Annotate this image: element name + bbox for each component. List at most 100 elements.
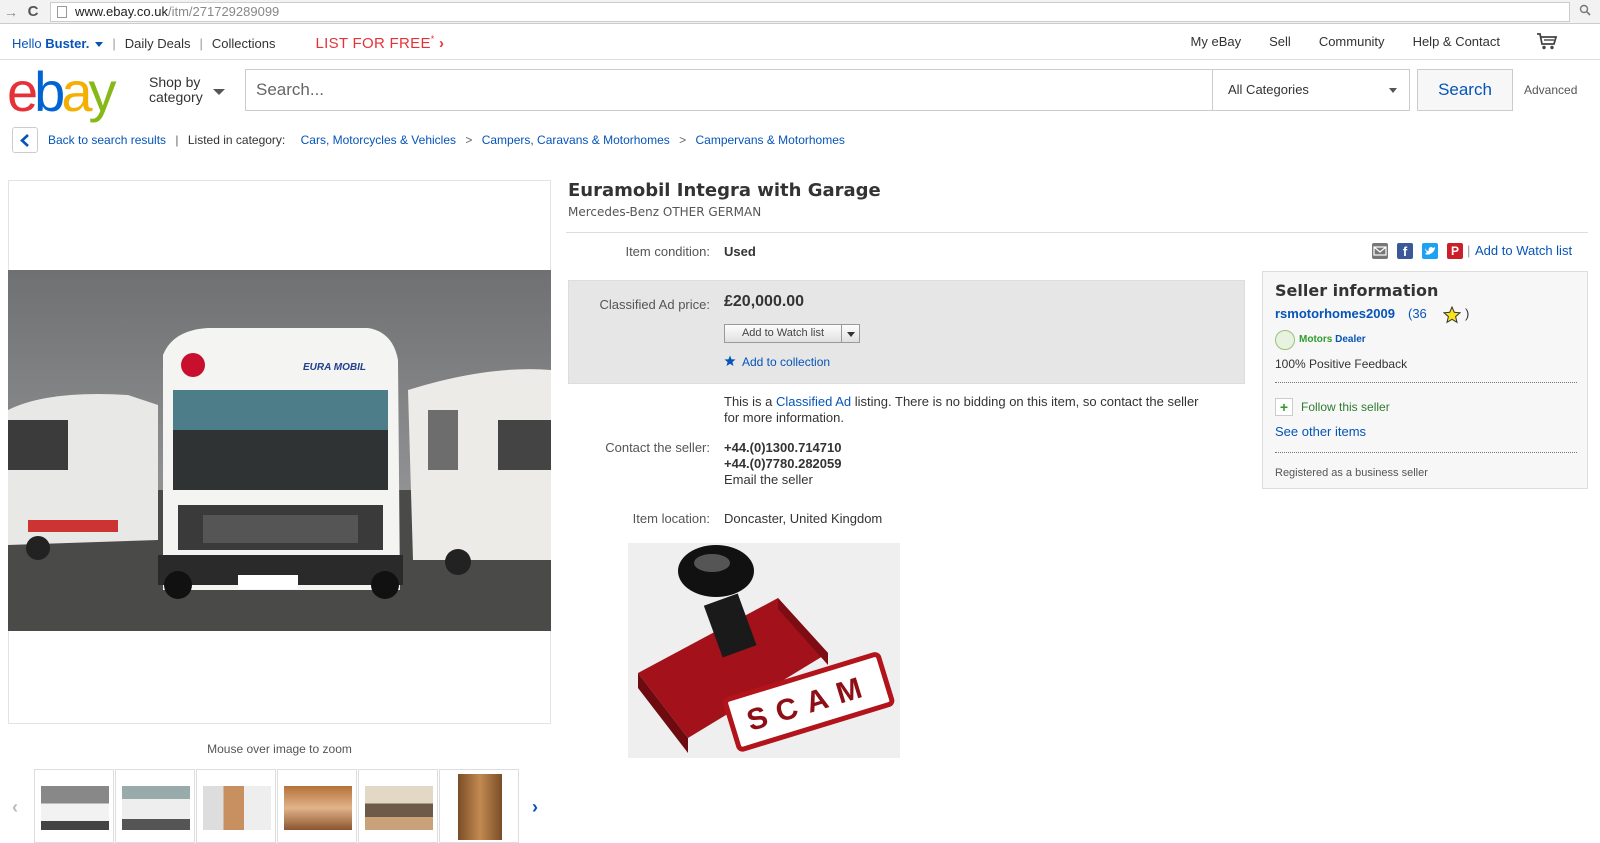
follow-seller-link[interactable]: Follow this seller — [1301, 400, 1390, 414]
help-contact-link[interactable]: Help & Contact — [1413, 34, 1500, 49]
registered-business-seller: Registered as a business seller — [1275, 467, 1428, 479]
zoom-hint: Mouse over image to zoom — [207, 742, 352, 756]
shop-by-category[interactable]: Shop by category — [149, 75, 203, 105]
contact-label: Contact the seller: — [605, 440, 710, 455]
chevron-down-icon[interactable] — [841, 325, 859, 342]
motors-dealer-icon — [1275, 330, 1295, 350]
divider: | — [199, 35, 203, 51]
back-button[interactable] — [12, 127, 38, 153]
browser-address-bar: → C www.ebay.co.uk/itm/271729289099 — [0, 0, 1600, 24]
classified-ad-link[interactable]: Classified Ad — [776, 394, 851, 409]
collections-link[interactable]: Collections — [212, 36, 276, 51]
item-subtitle: Mercedes-Benz OTHER GERMAN — [568, 205, 762, 219]
add-to-collection[interactable]: Add to collection — [724, 355, 830, 369]
list-for-free-asterisk: * — [430, 34, 435, 44]
shop-by-label: Shop by — [149, 74, 201, 90]
plus-icon[interactable]: + — [1275, 398, 1293, 416]
seller-info-box: Seller information rsmotorhomes2009 (36 … — [1262, 271, 1588, 489]
price-value: £20,000.00 — [724, 293, 805, 310]
global-header: Hello Buster. | Daily Deals | Collection… — [0, 28, 1600, 60]
logo-letter-y: y — [88, 60, 116, 123]
advanced-search-link[interactable]: Advanced — [1524, 83, 1577, 97]
chevron-right-icon: › — [439, 35, 445, 52]
dealer-label: Dealer — [1335, 334, 1366, 345]
thumbnail[interactable] — [34, 769, 114, 843]
search-button[interactable]: Search — [1417, 69, 1513, 111]
add-to-watch-list-link[interactable]: Add to Watch list — [1475, 243, 1572, 258]
main-photo[interactable]: EURA MOBIL — [8, 270, 551, 631]
page-icon — [57, 5, 67, 18]
email-seller-link[interactable]: Email the seller — [724, 472, 813, 487]
breadcrumb-separator: > — [465, 133, 473, 147]
twitter-icon[interactable] — [1422, 243, 1438, 259]
facebook-icon[interactable]: f — [1397, 243, 1413, 259]
seller-name-link[interactable]: rsmotorhomes2009 — [1275, 306, 1395, 321]
chevron-left-icon — [20, 134, 29, 147]
listed-in-label: Listed in category: — [187, 133, 286, 147]
see-other-items-link[interactable]: See other items — [1275, 424, 1366, 439]
url-path: /itm/271729289099 — [167, 4, 280, 19]
sell-link[interactable]: Sell — [1269, 34, 1291, 49]
phone-number: +44.(0)7780.282059 — [724, 456, 842, 471]
list-for-free-link[interactable]: LIST FOR FREE* › — [315, 34, 444, 52]
add-to-watch-list-button[interactable]: Add to Watch list — [724, 324, 860, 343]
price-panel — [568, 280, 1245, 384]
feedback-score[interactable]: (36 — [1408, 306, 1427, 321]
motors-dealer-badge: Motors Dealer — [1299, 334, 1366, 345]
zoom-icon[interactable] — [1570, 4, 1600, 19]
thumbnail[interactable] — [358, 769, 438, 843]
chevron-left-icon[interactable]: ‹ — [12, 797, 18, 818]
scam-stamp-image: SCAM — [628, 543, 900, 758]
phone-number: +44.(0)1300.714710 — [724, 440, 842, 455]
chevron-down-icon[interactable] — [213, 89, 225, 95]
feedback-star-icon — [1443, 306, 1461, 324]
url-host: www.ebay.co.uk — [75, 4, 168, 19]
breadcrumb-item-campervans[interactable]: Campervans & Motorhomes — [695, 133, 844, 147]
ebay-logo[interactable]: ebay — [7, 64, 116, 120]
feedback-close: ) — [1465, 306, 1470, 321]
thumbnail[interactable] — [439, 769, 519, 843]
star-icon — [724, 355, 736, 366]
classified-text-start: This is a — [724, 394, 777, 409]
greeting-prefix: Hello — [12, 35, 42, 51]
logo-letter-a: a — [61, 60, 92, 123]
breadcrumb-item-campers[interactable]: Campers, Caravans & Motorhomes — [482, 133, 670, 147]
motors-label: Motors — [1299, 334, 1333, 345]
search-input[interactable]: Search... — [245, 69, 1213, 111]
pinterest-icon[interactable]: P — [1447, 243, 1463, 259]
divider — [1275, 452, 1577, 453]
daily-deals-link[interactable]: Daily Deals — [125, 36, 191, 51]
user-name: Buster. — [45, 35, 90, 51]
divider — [1275, 382, 1577, 383]
divider — [566, 232, 1588, 233]
community-link[interactable]: Community — [1319, 34, 1385, 49]
thumbnail-strip: ‹ › — [12, 769, 552, 843]
breadcrumb-item-cars[interactable]: Cars, Motorcycles & Vehicles — [301, 133, 456, 147]
breadcrumb-separator: > — [679, 133, 687, 147]
category-label: category — [149, 89, 203, 105]
item-title: Euramobil Integra with Garage — [568, 180, 881, 201]
cart-icon[interactable] — [1536, 32, 1558, 50]
location-label: Item location: — [632, 511, 710, 526]
logo-letter-b: b — [34, 60, 65, 123]
thumbnail[interactable] — [115, 769, 195, 843]
my-ebay-link[interactable]: My eBay — [1191, 34, 1242, 49]
greeting[interactable]: Hello Buster. — [12, 35, 104, 51]
thumbnail[interactable] — [277, 769, 357, 843]
list-for-free-label: LIST FOR FREE — [315, 35, 431, 52]
chevron-down-icon — [1389, 88, 1397, 93]
chevron-right-icon[interactable]: › — [532, 797, 538, 818]
reload-icon[interactable]: C — [22, 3, 44, 20]
url-field[interactable]: www.ebay.co.uk/itm/271729289099 — [50, 1, 1570, 22]
positive-feedback: 100% Positive Feedback — [1275, 357, 1408, 371]
seller-heading: Seller information — [1275, 281, 1439, 300]
add-to-collection-label: Add to collection — [742, 355, 831, 369]
category-select[interactable]: All Categories — [1212, 69, 1410, 111]
forward-icon[interactable]: → — [0, 4, 22, 20]
location-value: Doncaster, United Kingdom — [724, 511, 883, 526]
back-to-results-link[interactable]: Back to search results — [48, 133, 166, 147]
email-share-icon[interactable] — [1372, 243, 1388, 259]
condition-label: Item condition: — [625, 244, 710, 259]
thumbnail[interactable] — [196, 769, 276, 843]
divider: | — [1467, 243, 1471, 258]
